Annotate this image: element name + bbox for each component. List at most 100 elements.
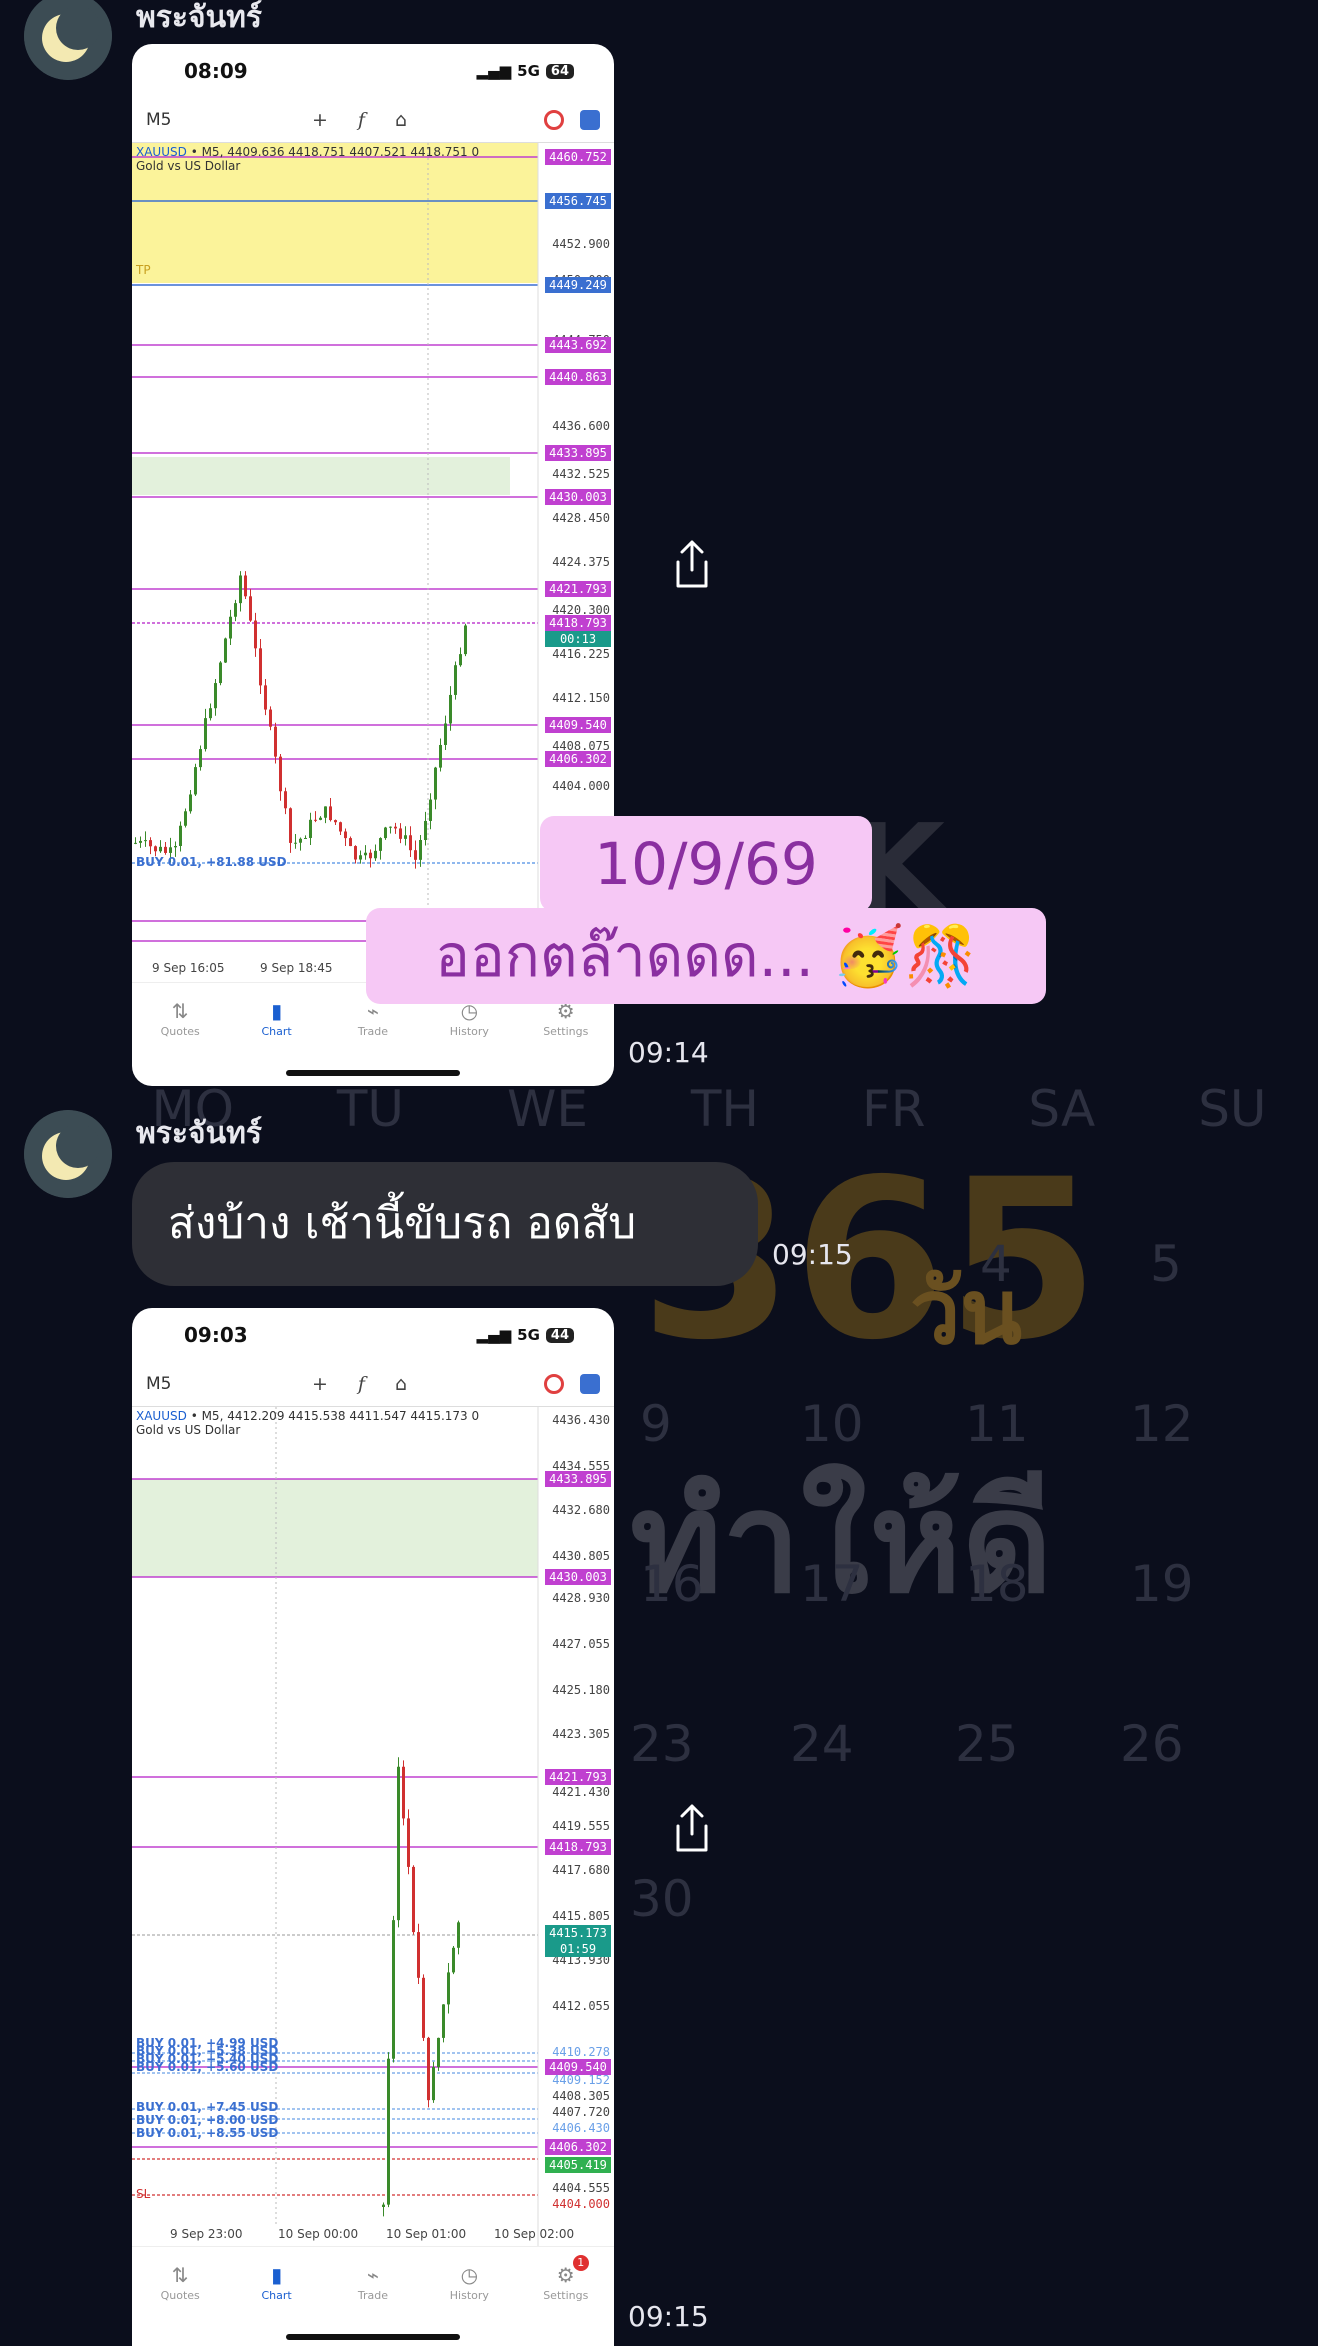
instrument-name: Gold vs US Dollar	[136, 159, 241, 173]
indicator-icon[interactable]: f	[358, 109, 365, 131]
trade-mode-icon[interactable]	[580, 1374, 600, 1394]
symbol-label[interactable]: XAUUSD	[136, 145, 187, 159]
candle-body	[274, 726, 277, 757]
buy-position-label[interactable]: BUY 0.01, +5.60 USD	[136, 2061, 278, 2073]
bar-countdown: 00:13	[545, 631, 611, 647]
one-click-trading-icon[interactable]	[544, 110, 564, 130]
time-label: 9 Sep 23:00	[170, 2227, 243, 2241]
weekday-label: SU	[1198, 1080, 1267, 1138]
price-tag: 4430.003	[545, 489, 611, 505]
candle-body	[392, 1920, 395, 2059]
objects-icon[interactable]: ⌂	[395, 1373, 407, 1395]
share-icon[interactable]	[668, 536, 716, 592]
price-tick: 4452.900	[552, 237, 610, 251]
price-tag: 4406.302	[545, 751, 611, 767]
day-cell: 24	[790, 1715, 854, 1773]
day-cell: 18	[965, 1555, 1029, 1613]
price-tag: 4406.302	[545, 2139, 611, 2155]
timeframe-label[interactable]: M5	[146, 1374, 171, 1394]
buy-position-label[interactable]: BUY 0.01, +8.55 USD	[136, 2127, 278, 2140]
notification-badge: 1	[572, 2255, 589, 2271]
candle-body	[314, 819, 317, 821]
tab-quotes[interactable]: ⇅ Quotes	[135, 2247, 225, 2317]
candle-body	[144, 840, 147, 842]
gear-icon: ⚙	[556, 2262, 575, 2287]
tab-chart[interactable]: ▮ Chart	[232, 983, 322, 1053]
buy-position-label[interactable]: BUY 0.01, +81.88 USD	[136, 855, 287, 869]
candle-body	[284, 791, 287, 809]
home-indicator	[286, 2334, 460, 2340]
tab-chart[interactable]: ▮ Chart	[232, 2247, 322, 2317]
tab-settings[interactable]: ⚙ Settings 1	[521, 2247, 611, 2317]
candle-body	[404, 835, 407, 839]
candle-body	[219, 662, 222, 684]
buy-positions-cluster[interactable]: BUY 0.01, +4.99 USD BUY 0.01, +5.38 USD …	[136, 2037, 278, 2073]
candle-body	[259, 648, 262, 686]
candle-body	[169, 847, 172, 853]
tab-quotes[interactable]: ⇅ Quotes	[135, 983, 225, 1053]
trade-mode-icon[interactable]	[580, 110, 600, 130]
symbol-label[interactable]: XAUUSD	[136, 1409, 187, 1423]
candle-body	[229, 616, 232, 639]
candle-body	[382, 2204, 385, 2207]
candle-body	[254, 620, 257, 649]
candle-body	[444, 723, 447, 745]
day-cell: 4	[980, 1235, 1012, 1293]
tab-history[interactable]: ◷ History	[424, 2247, 514, 2317]
history-icon: ◷	[460, 2262, 479, 2287]
chart-toolbar: M5 + f ⌂	[132, 1362, 614, 1406]
candle-body	[209, 708, 212, 719]
price-tag: 4433.895	[545, 445, 611, 461]
phone-status-icons: ▂▄▆ 5G 64	[477, 62, 574, 80]
candle-body	[422, 1977, 425, 2038]
price-tick: 4425.180	[552, 1683, 610, 1697]
candle-body	[199, 749, 202, 768]
candle-body	[432, 2067, 435, 2101]
tab-trade[interactable]: ⌁ Trade	[328, 2247, 418, 2317]
price-tag: 4421.793	[545, 1769, 611, 1785]
tp-label: TP	[136, 263, 151, 277]
price-chart[interactable]: XAUUSD • M5, 4412.209 4415.538 4411.547 …	[132, 1406, 614, 2247]
candle-body	[234, 603, 237, 617]
quotes-icon: ⇅	[171, 998, 189, 1023]
price-tag: 4440.863	[545, 369, 611, 385]
text-message-bubble[interactable]: ส่งบ้าง เช้านี้ขับรถ อดสับ	[132, 1162, 758, 1286]
time-label: 10 Sep 00:00	[278, 2227, 359, 2241]
timeframe-label[interactable]: M5	[146, 110, 171, 130]
price-tick: 4412.055	[552, 1999, 610, 2013]
price-tick: 4428.450	[552, 511, 610, 525]
candle-body	[364, 852, 367, 856]
day-cell: 19	[1130, 1555, 1194, 1613]
price-tag: 4409.540	[545, 2059, 611, 2075]
one-click-trading-icon[interactable]	[544, 1374, 564, 1394]
phone-status-icons: ▂▄▆ 5G 44	[477, 1326, 574, 1344]
phone-clock: 09:03	[184, 1323, 248, 1347]
moon-icon	[24, 1110, 112, 1198]
price-tick: 4436.430	[552, 1413, 610, 1427]
candle-body	[294, 842, 297, 844]
candle-body	[164, 846, 167, 853]
objects-icon[interactable]: ⌂	[395, 109, 407, 131]
candle-body	[399, 828, 402, 839]
day-cell: 10	[800, 1395, 864, 1453]
sender-avatar[interactable]	[24, 0, 112, 80]
day-cell: 12	[1130, 1395, 1194, 1453]
trade-icon: ⌁	[366, 2262, 379, 2287]
day-cell: 5	[1150, 1235, 1182, 1293]
price-tag: 4418.793	[545, 615, 611, 631]
candle-body	[329, 806, 332, 821]
price-tick: 4408.305	[552, 2089, 610, 2103]
price-tick: 4419.555	[552, 1819, 610, 1833]
buy-positions-cluster[interactable]: BUY 0.01, +7.45 USD BUY 0.01, +8.00 USD …	[136, 2101, 278, 2140]
bar-countdown: 01:59	[545, 1941, 611, 1957]
candle-body	[419, 840, 422, 860]
indicator-icon[interactable]: f	[358, 1373, 365, 1395]
day-cell: 23	[630, 1715, 694, 1773]
share-icon[interactable]	[668, 1800, 716, 1856]
crosshair-icon[interactable]: +	[312, 109, 328, 131]
candle-body	[409, 835, 412, 851]
candle-body	[354, 846, 357, 860]
chart-screenshot-2[interactable]: 09:03 ▂▄▆ 5G 44 M5 + f ⌂ XAUUSD • M5, 44…	[132, 1308, 614, 2346]
sender-avatar[interactable]	[24, 1110, 112, 1198]
crosshair-icon[interactable]: +	[312, 1373, 328, 1395]
